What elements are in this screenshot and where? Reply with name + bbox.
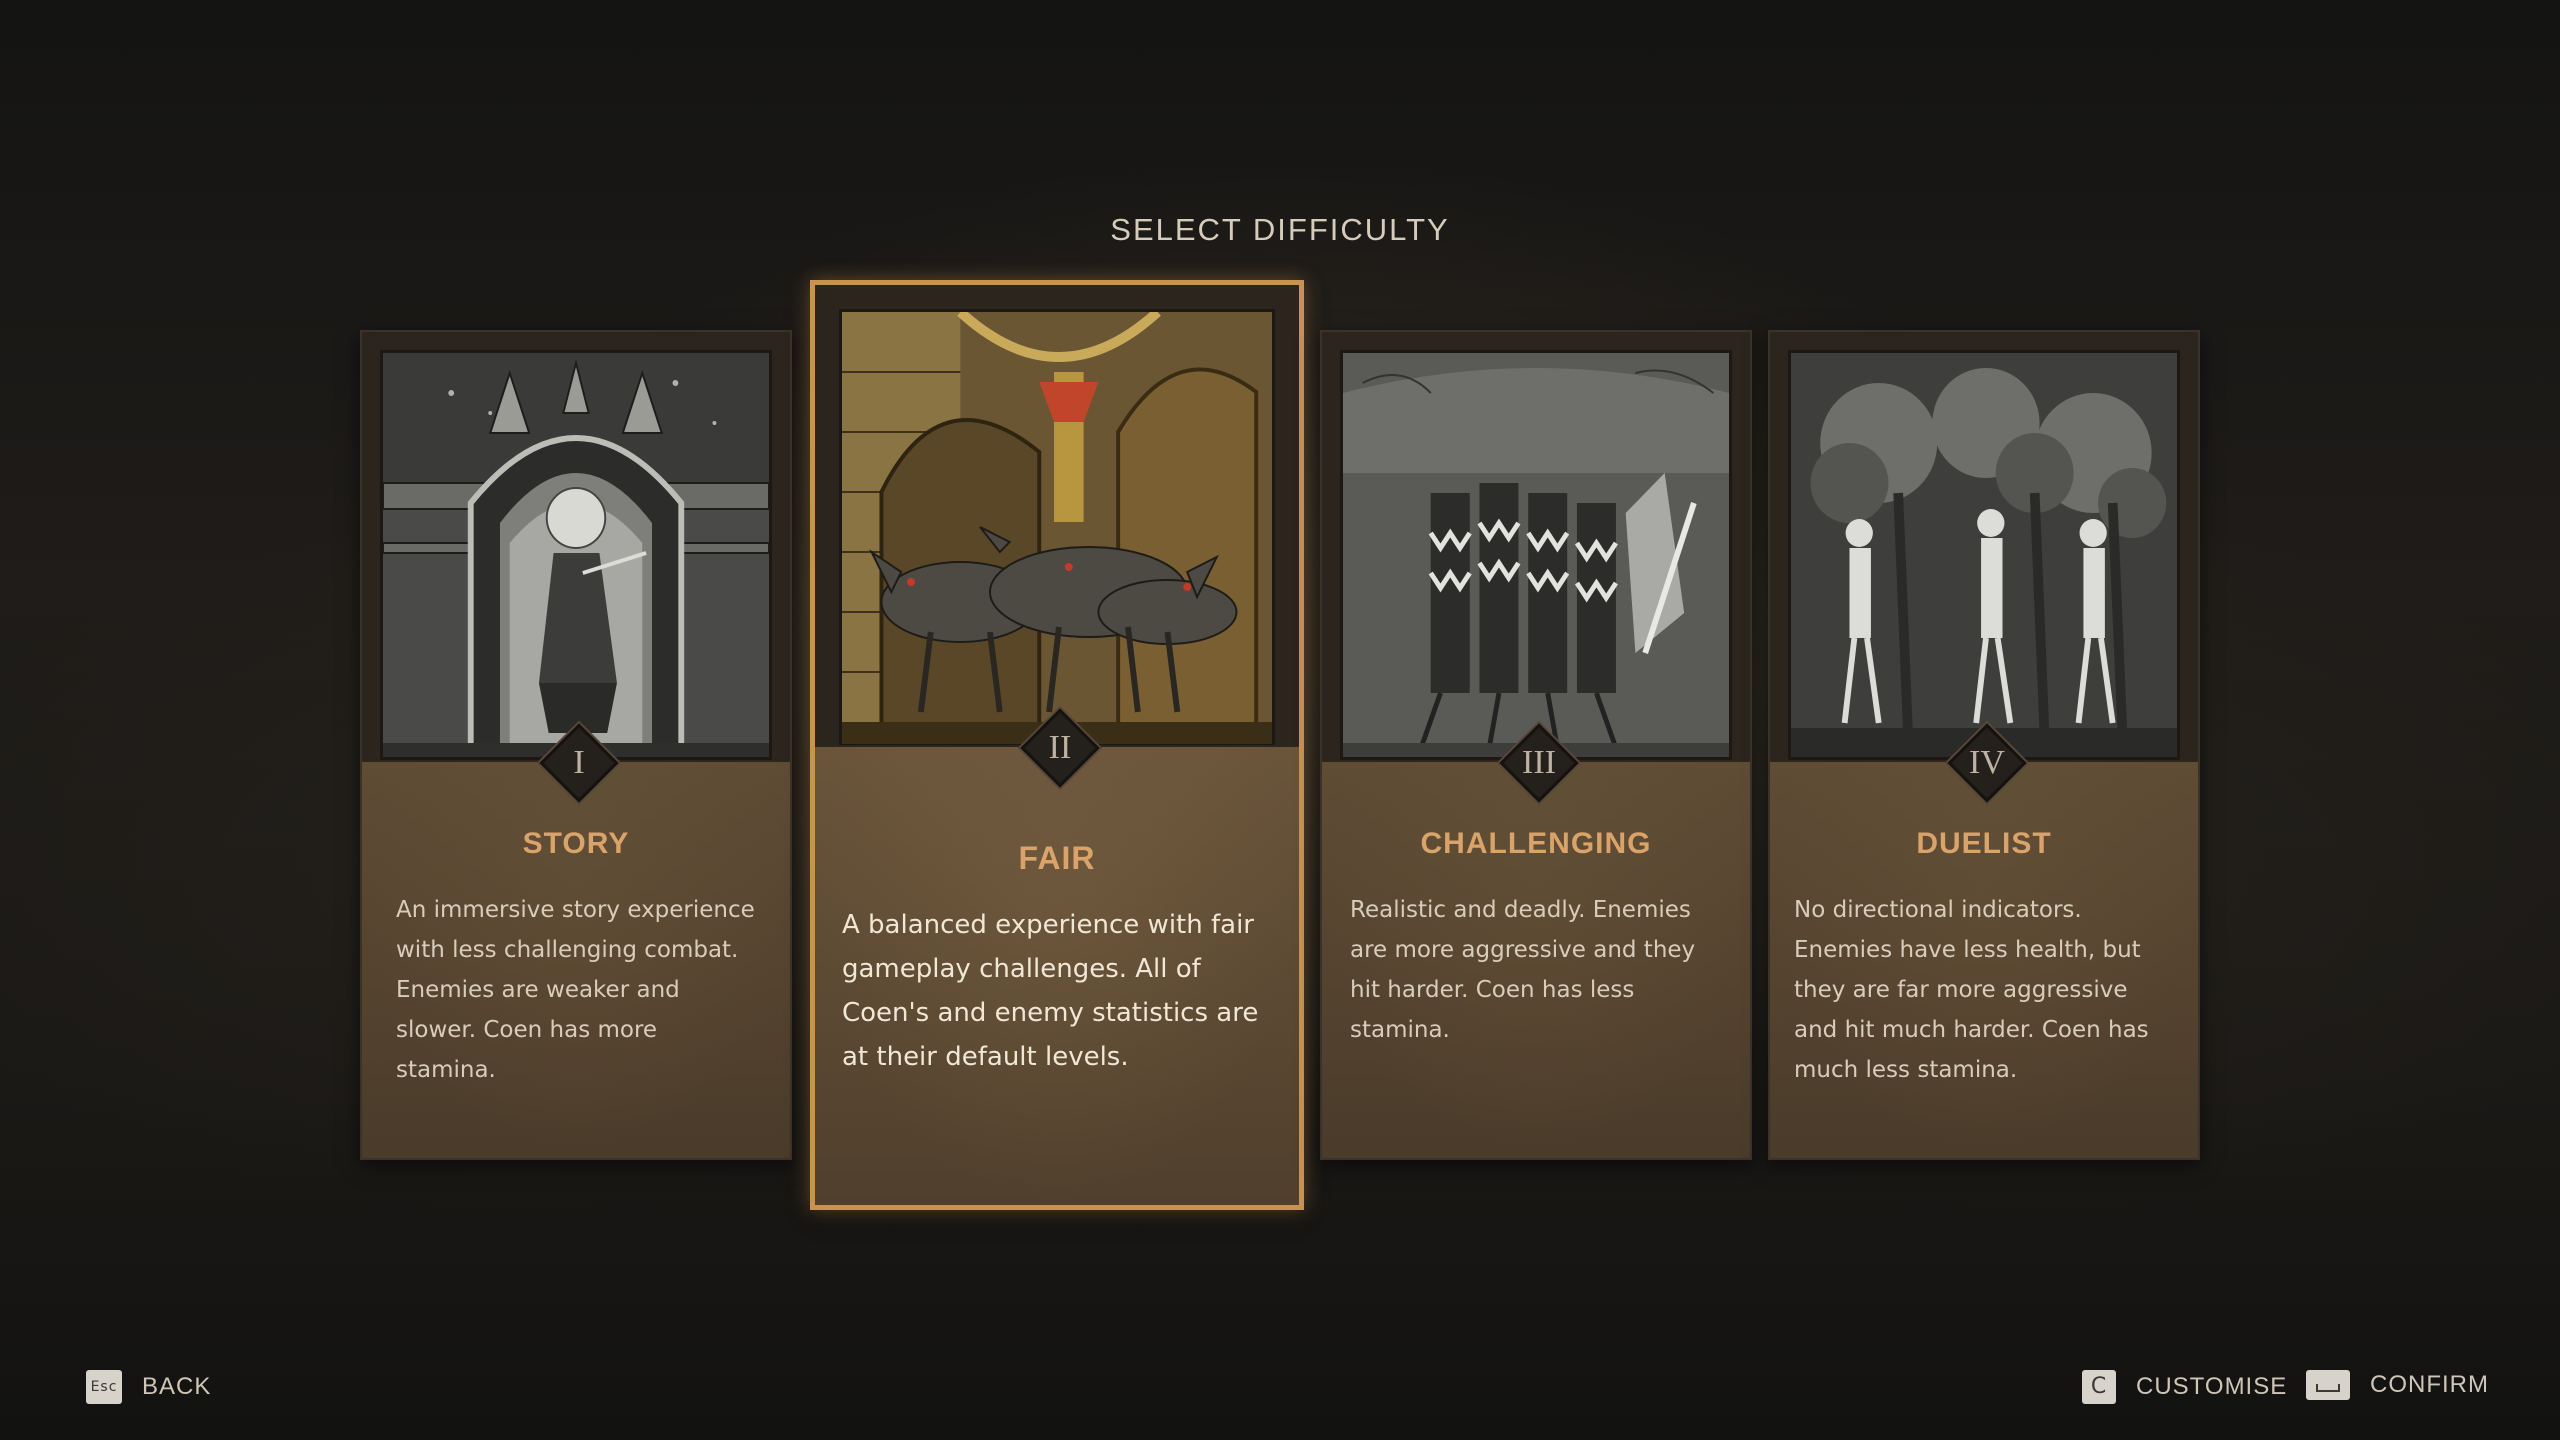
difficulty-description: A balanced experience with fair gameplay… bbox=[842, 910, 1259, 1072]
difficulty-name: CHALLENGING bbox=[1420, 827, 1652, 860]
c-key-icon: C bbox=[2082, 1370, 2116, 1404]
esc-key-icon: Esc bbox=[86, 1370, 122, 1404]
difficulty-description: Realistic and deadly. Enemies are more a… bbox=[1350, 897, 1696, 1043]
duelist-illustration bbox=[1788, 350, 2180, 760]
challenging-illustration bbox=[1340, 350, 1732, 760]
difficulty-card-fair[interactable]: II FAIR A balanced experience with fair … bbox=[810, 280, 1304, 1210]
screen-title: SELECT DIFFICULTY bbox=[1110, 212, 1450, 247]
difficulty-card-story[interactable]: I STORY An immersive story experience wi… bbox=[360, 330, 792, 1160]
difficulty-description: No directional indicators. Enemies have … bbox=[1794, 897, 2149, 1083]
fair-illustration bbox=[839, 309, 1275, 747]
back-label: BACK bbox=[142, 1373, 212, 1400]
back-hint[interactable]: Esc BACK bbox=[86, 1370, 211, 1404]
confirm-hint[interactable]: CONFIRM bbox=[2306, 1370, 2489, 1400]
space-key-icon bbox=[2306, 1370, 2350, 1400]
difficulty-name: STORY bbox=[522, 827, 630, 860]
difficulty-card-duelist[interactable]: IV DUELIST No directional indicators. En… bbox=[1768, 330, 2200, 1160]
difficulty-description: An immersive story experience with less … bbox=[396, 897, 755, 1083]
difficulty-name: FAIR bbox=[1018, 840, 1096, 876]
customise-hint[interactable]: C CUSTOMISE bbox=[2082, 1370, 2287, 1404]
confirm-label: CONFIRM bbox=[2370, 1371, 2489, 1398]
customise-label: CUSTOMISE bbox=[2136, 1373, 2288, 1400]
difficulty-card-challenging[interactable]: III CHALLENGING Realistic and deadly. En… bbox=[1320, 330, 1752, 1160]
difficulty-name: DUELIST bbox=[1916, 827, 2052, 860]
story-illustration bbox=[380, 350, 772, 760]
